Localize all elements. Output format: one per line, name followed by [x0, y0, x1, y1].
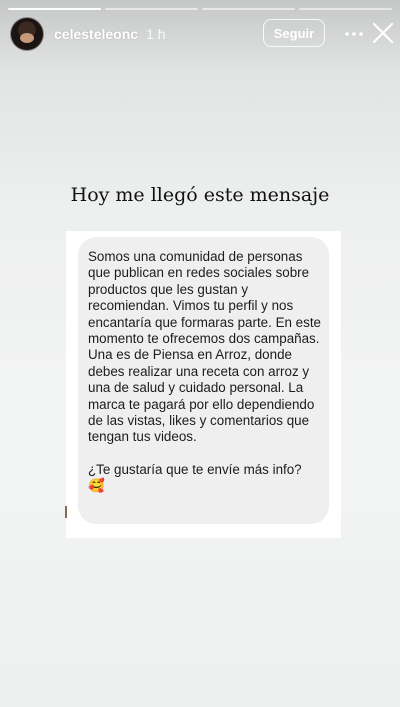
more-horizontal-icon[interactable] — [343, 26, 365, 42]
message-bubble: Somos una comunidad de personas que publ… — [78, 237, 329, 524]
story-header: celesteleonc 1 h Seguir — [10, 16, 394, 52]
story-progress-bar — [8, 8, 392, 10]
reply-marker — [65, 506, 67, 518]
message-screenshot: Somos una comunidad de personas que publ… — [66, 231, 341, 538]
message-paragraph: ¿Te gustaría que te envíe más info? 🥰 — [88, 461, 302, 494]
progress-segment — [202, 8, 295, 10]
progress-segment — [299, 8, 392, 10]
username[interactable]: celesteleonc — [54, 26, 138, 42]
follow-button[interactable]: Seguir — [263, 19, 325, 47]
message-paragraph: Somos una comunidad de personas que publ… — [88, 249, 321, 445]
timestamp: 1 h — [146, 26, 166, 42]
progress-segment — [105, 8, 198, 10]
close-icon[interactable] — [370, 20, 396, 46]
progress-segment — [8, 8, 101, 10]
avatar[interactable] — [10, 17, 44, 51]
story-caption: Hoy me llegó este mensaje — [70, 184, 330, 206]
